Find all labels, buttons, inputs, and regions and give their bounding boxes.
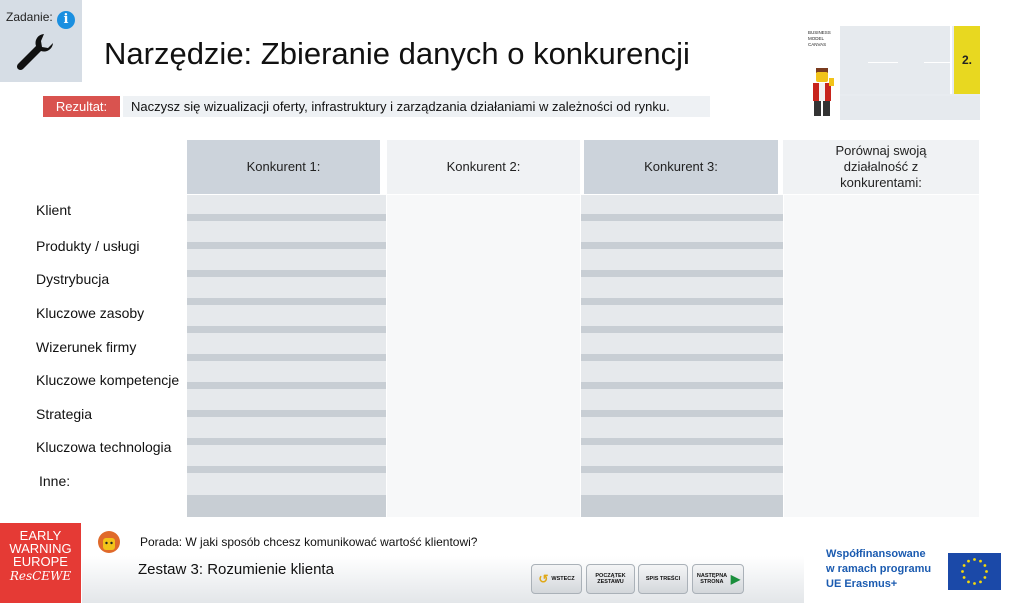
row-label: Wizerunek firmy [36, 339, 137, 355]
page-title: Narzędzie: Zbieranie danych o konkurencj… [104, 36, 690, 71]
result-text: Naczysz się wizualizacji oferty, infrast… [123, 96, 710, 117]
row-label: Kluczowa technologia [36, 439, 172, 455]
info-icon[interactable]: i [57, 11, 75, 29]
back-button[interactable]: ↺ WSTECZ [531, 564, 582, 594]
start-set-button[interactable]: POCZĄTEK ZESTAWU [586, 564, 635, 594]
column-header-competitor-1: Konkurent 1: [187, 140, 380, 194]
eu-flag-icon [948, 553, 1001, 590]
row-label: Kluczowe kompetencje [36, 372, 180, 388]
row-label: Dystrybucja [36, 271, 110, 287]
column-header-competitor-2: Konkurent 2: [387, 140, 580, 194]
bmc-number: 2. [954, 26, 980, 94]
bmc-grid: 2. [840, 26, 980, 120]
set-title: Zestaw 3: Rozumienie klienta [138, 561, 334, 578]
result-row: Rezultat: Naczysz się wizualizacji ofert… [43, 96, 710, 117]
result-label: Rezultat: [43, 96, 120, 117]
avatar [98, 531, 120, 553]
play-arrow-icon: ▶ [730, 572, 741, 586]
bmc-cell [840, 26, 952, 94]
footer: EARLY WARNING EUROPE ResCEWE Porada: W j… [0, 523, 1024, 603]
wrench-icon [16, 34, 53, 71]
task-label: Zadanie: [6, 10, 53, 24]
column-header-compare: Porównaj swoją działalność z konkurentam… [783, 140, 979, 194]
column-competitor-3[interactable] [581, 195, 783, 517]
bmc-thumbnail[interactable]: BUSINESS MODEL CANVAS 2. [806, 26, 981, 120]
column-competitor-1[interactable] [187, 195, 386, 517]
bmc-caption: BUSINESS MODEL CANVAS [808, 30, 831, 47]
column-compare[interactable] [784, 195, 979, 517]
toc-button[interactable]: SPIS TREŚCI [638, 564, 688, 594]
lego-figure-icon [813, 68, 834, 116]
back-arrow-icon: ↺ [538, 572, 549, 586]
ewe-logo: EARLY WARNING EUROPE ResCEWE [0, 523, 81, 603]
column-header-competitor-3: Konkurent 3: [584, 140, 778, 194]
column-competitor-2[interactable] [387, 195, 580, 517]
row-label: Inne: [39, 473, 71, 489]
row-label: Produkty / usługi [36, 238, 140, 254]
row-label: Klient [36, 202, 72, 218]
task-box: Zadanie: i [0, 0, 82, 82]
hint-text: Porada: W jaki sposób chcesz komunikować… [140, 535, 478, 549]
row-label: Strategia [36, 406, 93, 422]
next-button[interactable]: NASTĘPNA STRONA ▶ [692, 564, 744, 594]
bmc-cell [840, 96, 980, 120]
funding-text: Współfinansowane w ramach programu UE Er… [826, 548, 932, 590]
row-label: Kluczowe zasoby [36, 305, 145, 321]
